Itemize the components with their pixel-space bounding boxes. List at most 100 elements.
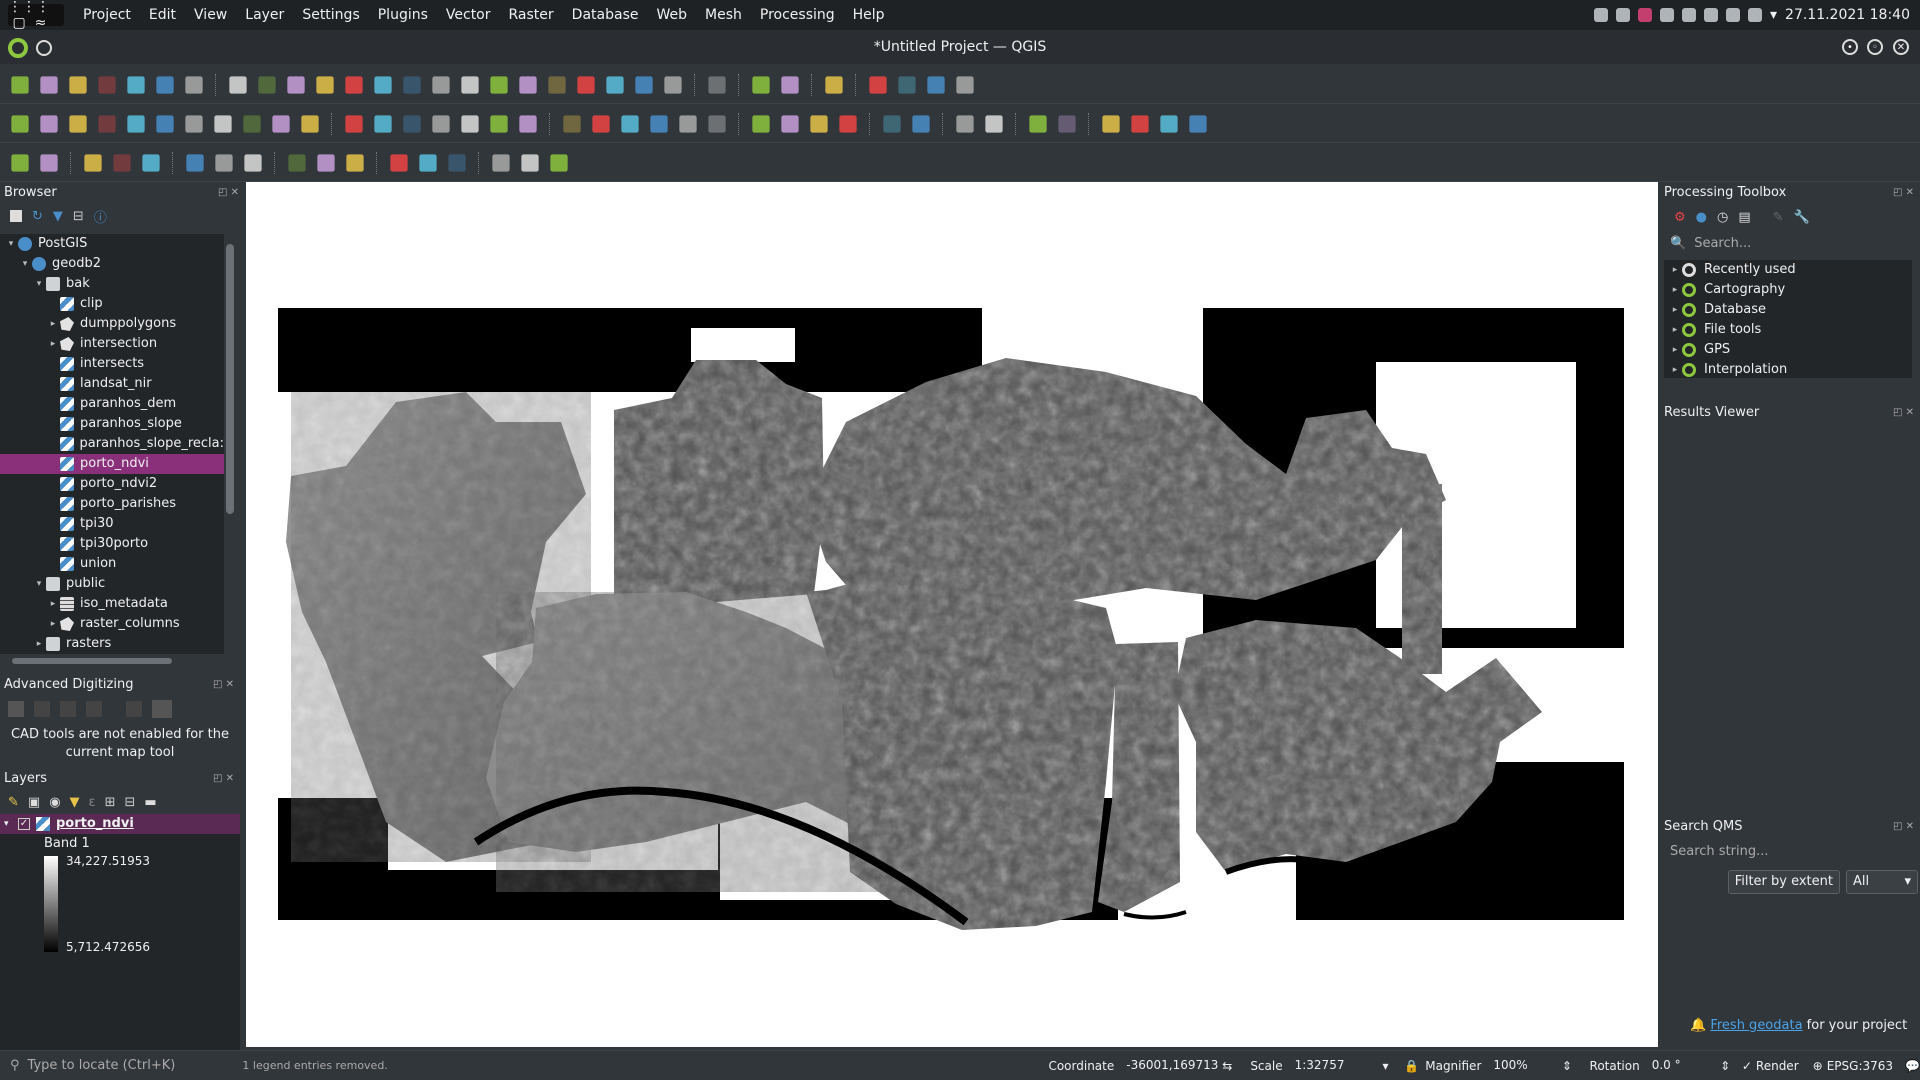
tool-9-icon[interactable] [272, 114, 290, 133]
dock-controls[interactable]: ◰ ✕ [1893, 182, 1914, 204]
menu-item-mesh[interactable]: Mesh [696, 0, 751, 30]
browser-item[interactable]: paranhos_slope_recla: [0, 434, 224, 454]
extents-toggle-icon[interactable]: ⇆ [1222, 1059, 1232, 1073]
zoom-next-icon[interactable] [461, 75, 479, 94]
menu-item-plugins[interactable]: Plugins [369, 0, 437, 30]
tool-3-icon[interactable] [98, 114, 116, 133]
browser-item[interactable]: paranhos_dem [0, 394, 224, 414]
browser-item[interactable]: union [0, 554, 224, 574]
network-icon[interactable] [1748, 8, 1762, 22]
expand-all-icon[interactable]: ⊞ [105, 795, 116, 810]
browser-item[interactable]: porto_parishes [0, 494, 224, 514]
browser-item[interactable]: porto_ndvi2 [0, 474, 224, 494]
measure-icon[interactable] [752, 75, 770, 94]
browser-item[interactable]: tpi30 [0, 514, 224, 534]
statistics-icon[interactable] [781, 75, 799, 94]
pan-to-selection-icon[interactable] [229, 75, 247, 94]
layer-visibility-checkbox[interactable]: ✓ [18, 818, 30, 830]
zoom-last-icon[interactable] [432, 75, 450, 94]
expand-arrow-icon[interactable]: ▾ [18, 254, 32, 274]
python-icon[interactable]: ● [1696, 210, 1707, 225]
browser-item[interactable]: ▸ dumppolygons [0, 314, 224, 334]
tool-27-icon[interactable] [839, 114, 857, 133]
filter-by-expression-icon[interactable]: ε [89, 795, 96, 810]
collapse-arrow-icon[interactable]: ▾ [4, 814, 18, 834]
volume-icon[interactable] [1682, 8, 1696, 22]
browser-item[interactable]: landsat_nir [0, 374, 224, 394]
processing-group[interactable]: ▸ Cartography [1664, 280, 1912, 300]
menu-item-processing[interactable]: Processing [751, 0, 844, 30]
tool-1-icon[interactable] [40, 153, 58, 172]
menu-item-layer[interactable]: Layer [236, 0, 293, 30]
clock[interactable]: 27.11.2021 18:40 [1785, 7, 1910, 23]
refresh-icon[interactable]: ↻ [32, 209, 43, 224]
remove-layer-icon[interactable]: ▬ [144, 795, 156, 810]
processing-group[interactable]: ▸ Recently used [1664, 260, 1912, 280]
expand-arrow-icon[interactable]: ▾ [4, 234, 18, 254]
expand-arrow-icon[interactable]: ▸ [32, 634, 46, 654]
browser-item[interactable]: ▸ raster_columns [0, 614, 224, 634]
processing-group[interactable]: ▸ GPS [1664, 340, 1912, 360]
browser-item[interactable]: ▸ intersection [0, 334, 224, 354]
layer-row[interactable]: ▾ ✓ porto_ndvi [0, 814, 240, 834]
pan-icon[interactable] [185, 75, 203, 94]
info-icon[interactable]: ⓘ [94, 207, 107, 226]
tool-35-icon[interactable] [1131, 114, 1149, 133]
rotation-field[interactable]: 0.0 ° [1645, 1054, 1721, 1077]
tool-34-icon[interactable] [1102, 114, 1120, 133]
browser-item[interactable]: clip [0, 294, 224, 314]
tool-11-icon[interactable] [390, 153, 408, 172]
tray-icon[interactable] [1616, 8, 1630, 22]
menu-item-settings[interactable]: Settings [293, 0, 368, 30]
tool-26-icon[interactable] [810, 114, 828, 133]
magnifier-stepper[interactable]: ⇕ [1562, 1059, 1574, 1073]
settings-icon[interactable] [126, 701, 142, 717]
new-project-icon[interactable] [11, 75, 29, 94]
tool-0-icon[interactable] [11, 153, 29, 172]
expand-arrow-icon[interactable]: ▾ [32, 574, 46, 594]
open-project-icon[interactable] [40, 75, 58, 94]
options-icon[interactable]: 🔧 [1794, 210, 1810, 225]
expand-arrow-icon[interactable]: ▸ [1668, 260, 1682, 280]
app-launcher-button[interactable]: ⋮⋮⋮ ▢ ≈ [8, 0, 64, 31]
tool-6-icon[interactable] [215, 153, 233, 172]
expand-arrow-icon[interactable]: ▸ [46, 314, 60, 334]
menu-item-help[interactable]: Help [844, 0, 894, 30]
select-icon[interactable] [825, 75, 843, 94]
zoom-to-layer-icon[interactable] [374, 75, 392, 94]
menu-item-vector[interactable]: Vector [437, 0, 500, 30]
tool-32-icon[interactable] [1029, 114, 1047, 133]
dock-controls[interactable]: ◰ ✕ [213, 674, 234, 696]
expand-arrow-icon[interactable]: ▸ [1668, 360, 1682, 378]
expand-arrow-icon[interactable]: ▸ [1668, 340, 1682, 360]
processing-group[interactable]: ▸ File tools [1664, 320, 1912, 340]
measure-line-icon[interactable] [869, 75, 887, 94]
save-project-icon[interactable] [69, 75, 87, 94]
tool-16-icon[interactable] [550, 153, 568, 172]
models-icon[interactable]: ⚙ [1674, 210, 1686, 225]
add-layer-icon[interactable] [10, 210, 22, 222]
collapse-all-icon[interactable]: ⊟ [73, 209, 84, 224]
tool-29-icon[interactable] [912, 114, 930, 133]
edit-features-icon[interactable]: ✎ [1773, 210, 1784, 225]
tool-31-icon[interactable] [985, 114, 1003, 133]
menu-item-edit[interactable]: Edit [140, 0, 185, 30]
new-3d-view-icon[interactable] [519, 75, 537, 94]
history-icon[interactable]: ◷ [1717, 210, 1728, 225]
tool-22-icon[interactable] [679, 114, 697, 133]
processing-group[interactable]: ▸ Database [1664, 300, 1912, 320]
browser-item[interactable]: tpi30porto [0, 534, 224, 554]
visibility-icon[interactable]: ◉ [49, 795, 60, 810]
tool-10-icon[interactable] [346, 153, 364, 172]
map-canvas[interactable] [246, 182, 1658, 1047]
zoom-full-icon[interactable] [316, 75, 334, 94]
dock-controls[interactable]: ◰ ✕ [1893, 402, 1914, 424]
qms-search-input[interactable]: Search string... [1664, 840, 1916, 862]
tool-8-icon[interactable] [243, 114, 261, 133]
menu-item-database[interactable]: Database [563, 0, 648, 30]
battery-icon[interactable] [1726, 8, 1740, 22]
tool-11-icon[interactable] [345, 114, 363, 133]
identify-icon[interactable] [664, 75, 682, 94]
browser-item[interactable]: intersects [0, 354, 224, 374]
tool-36-icon[interactable] [1160, 114, 1178, 133]
